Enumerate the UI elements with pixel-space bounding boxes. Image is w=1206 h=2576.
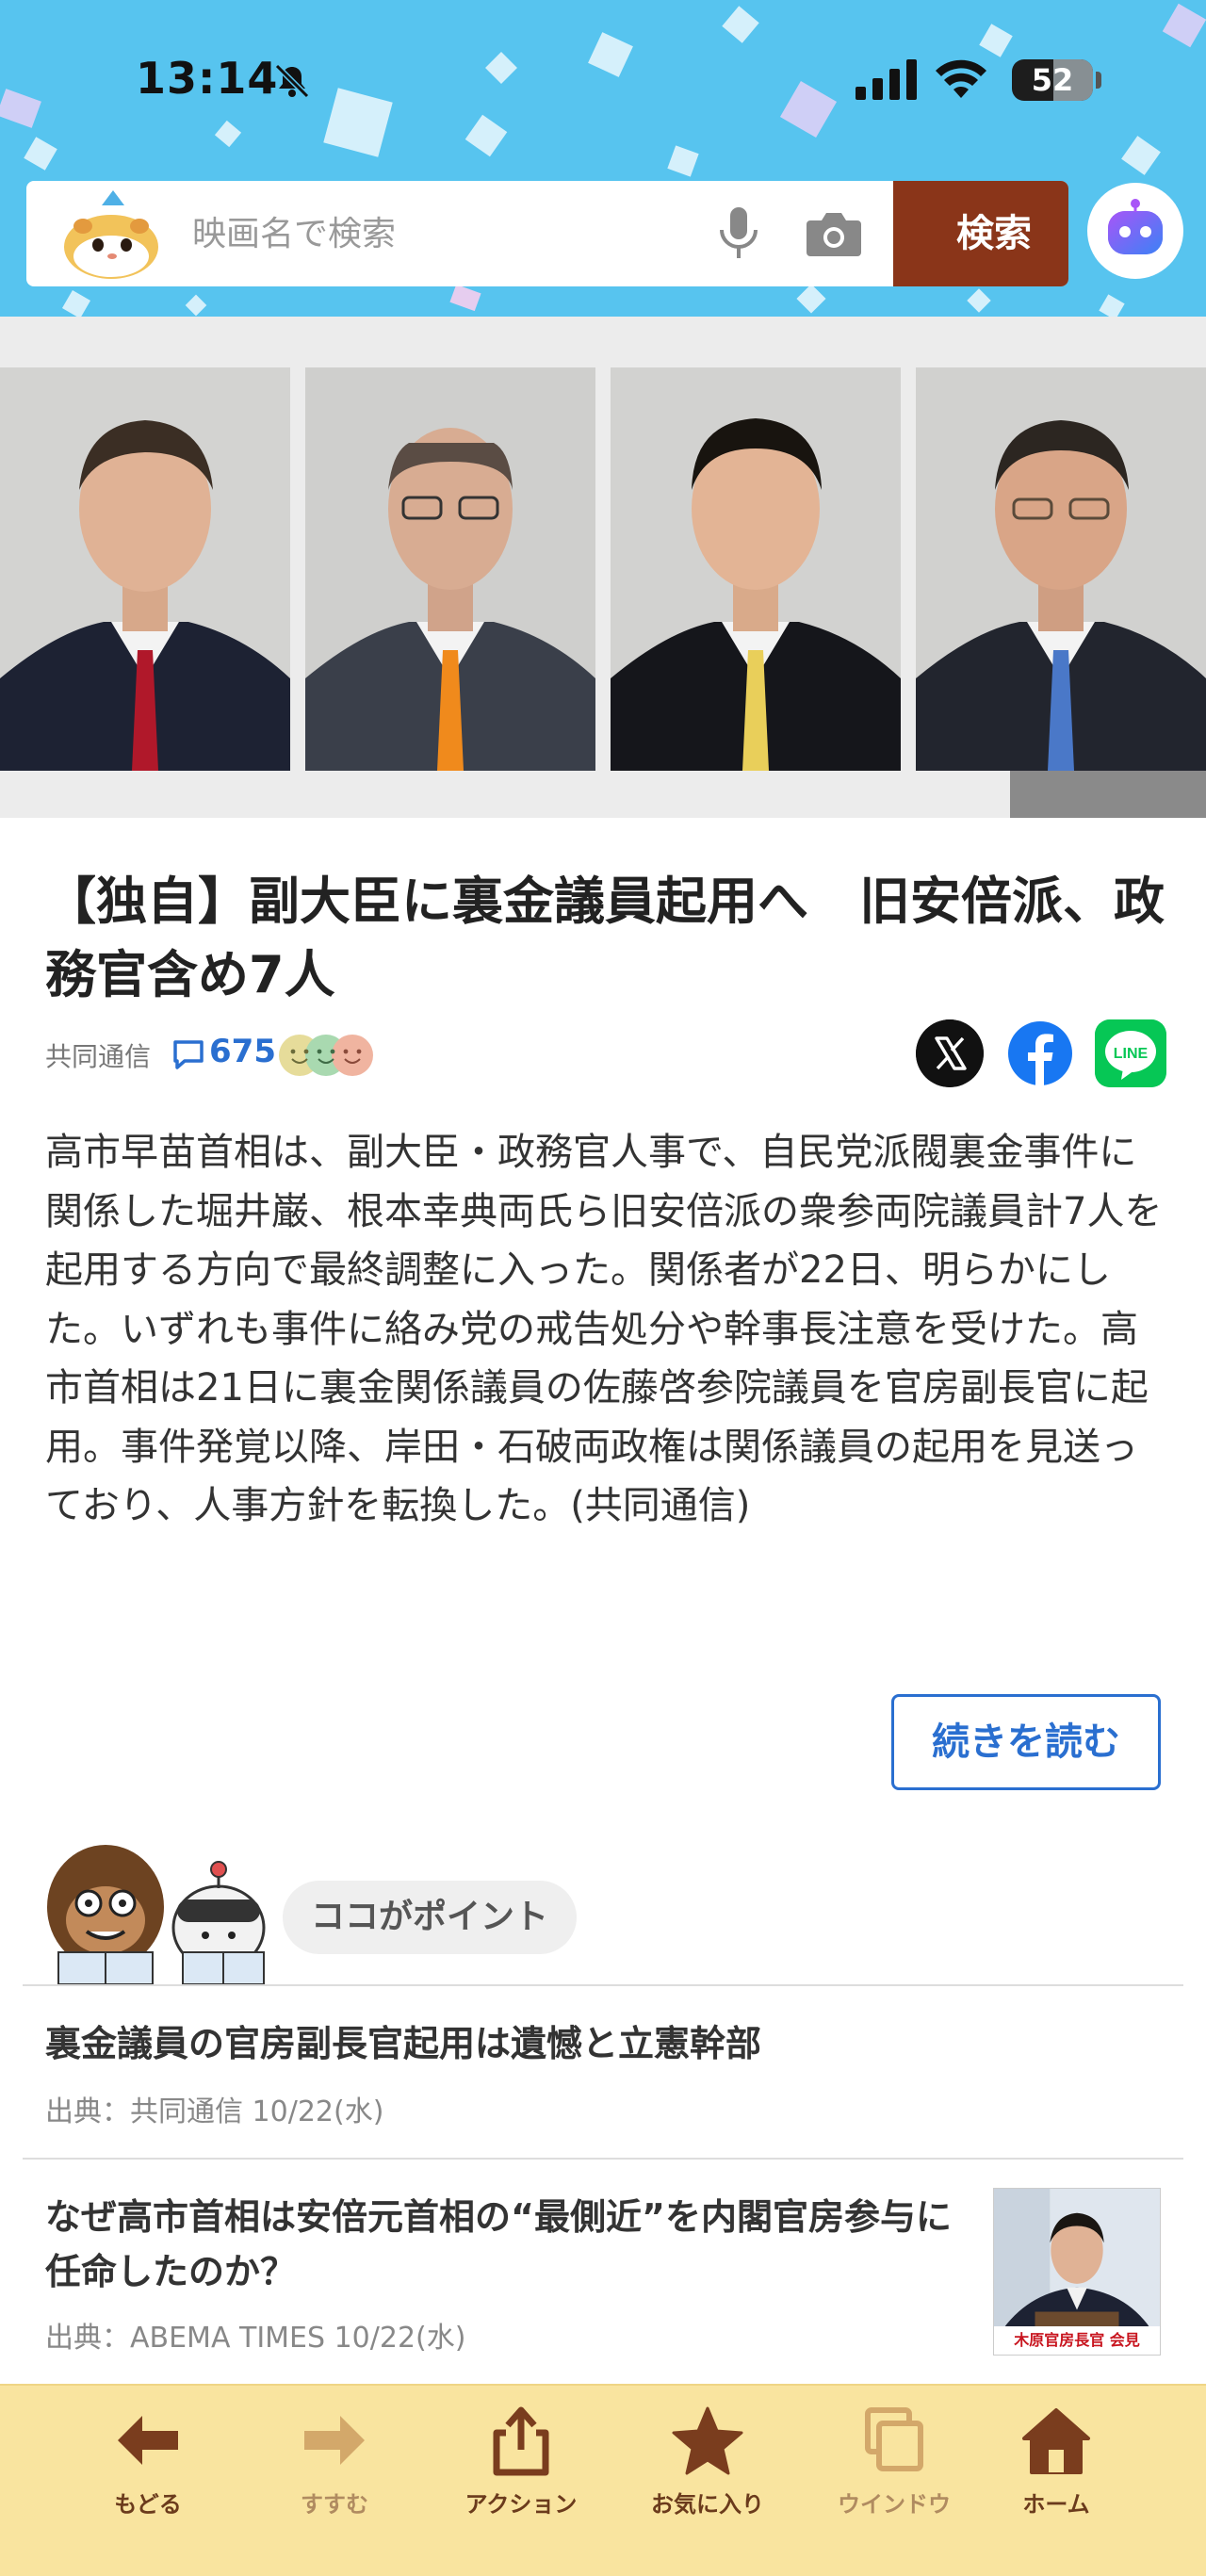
portrait-photo [305,367,595,771]
forward-label: すすむ [301,2491,368,2518]
window-label: ウインドウ [838,2491,951,2518]
related-item-title[interactable]: 裏金議員の官房副長官起用は遺憾と立憲幹部 [45,2016,761,2071]
confetti-decoration [779,80,838,139]
search-input[interactable] [192,181,682,286]
camera-icon[interactable] [805,207,863,260]
favorite-button[interactable]: お気に入り [623,2405,792,2536]
reaction-faces-icon[interactable] [277,1029,381,1082]
related-item-thumbnail[interactable]: 木原官房長官 会見 [993,2188,1161,2356]
related-item-title[interactable]: なぜ高市首相は安倍元首相の“最側近”を内閣官房参与に任命したのか？ [45,2190,969,2299]
back-arrow-icon [118,2416,178,2465]
confetti-decoration [449,284,481,312]
confetti-decoration [464,114,508,157]
portrait-photo [916,367,1206,771]
photo-caption-bar [1010,771,1206,818]
article-photo[interactable] [0,367,1206,818]
article-source: 共同通信 [45,1041,152,1072]
windows-icon [865,2407,923,2471]
divider [23,2158,1183,2160]
confetti-decoration [185,294,207,317]
star-icon [672,2406,743,2475]
guinea-pig-mascot-icon [64,190,158,279]
back-button[interactable]: もどる [63,2405,233,2536]
confetti-decoration [214,120,242,148]
battery-tip [1096,72,1101,89]
action-button[interactable]: アクション [436,2405,606,2536]
related-item-source: 出典：共同通信 10/22(水) [45,2095,384,2128]
search-bar: 検索 [26,181,1068,286]
cellular-signal-icon [856,59,917,100]
confetti-decoration [0,89,41,128]
favorite-label: お気に入り [651,2491,764,2518]
wifi-icon [936,59,986,98]
divider [23,1984,1183,1986]
mascot-characters-icon [47,1845,266,1984]
point-label: ココがポイント [283,1881,578,1954]
action-label: アクション [464,2491,578,2518]
portrait-photo [611,367,901,771]
related-item-source: 出典：ABEMA TIMES 10/22(水) [45,2322,466,2355]
bell-muted-icon [274,63,310,99]
forward-button[interactable]: すすむ [250,2405,419,2536]
article-title: 【独自】副大臣に裏金議員起用へ 旧安倍派、政務官含め7人 [45,872,1165,1004]
line-share-icon[interactable]: LINE [1095,1019,1166,1087]
confetti-decoration [485,52,517,84]
confetti-decoration [323,88,393,157]
portrait-photo [0,367,290,771]
thumbnail-caption: 木原官房長官 会見 [994,2326,1160,2355]
home-label: ホーム [1022,2491,1090,2518]
confetti-decoration [61,289,91,317]
confetti-decoration [24,137,57,171]
confetti-decoration [967,288,991,313]
ai-assistant-icon[interactable] [1087,183,1183,279]
facebook-share-icon[interactable] [1006,1019,1074,1087]
section-gap [0,317,1206,367]
status-time: 13:14 [136,53,279,104]
confetti-decoration [667,145,699,177]
confetti-decoration [1121,136,1161,175]
article-body: 高市早苗首相は、副大臣・政務官人事で、自民党派閥裏金事件に関係した堀井巌、根本幸… [45,1131,1163,1527]
confetti-decoration [979,24,1013,57]
comment-icon[interactable] [171,1038,205,1070]
app-header: 13:14 52 映画名で検索 検索 [0,0,1206,317]
confetti-decoration [1099,294,1125,317]
back-label: もどる [114,2491,182,2518]
microphone-icon[interactable] [712,205,765,262]
confetti-decoration [1162,3,1206,48]
home-button[interactable]: ホーム [971,2405,1141,2536]
window-button[interactable]: ウインドウ [809,2405,979,2536]
svg-text:LINE: LINE [1114,1046,1149,1062]
comment-count[interactable]: 675 [209,1033,276,1070]
home-icon [1022,2408,1090,2474]
battery-indicator: 52 [1012,59,1093,101]
forward-arrow-icon [304,2416,365,2465]
confetti-decoration [722,6,759,43]
confetti-decoration [588,32,633,77]
search-button[interactable]: 検索 [893,181,1068,286]
x-share-icon[interactable] [916,1019,984,1087]
read-more-button[interactable]: 続きを読む [891,1694,1161,1790]
confetti-decoration [796,284,826,314]
share-icon [493,2406,549,2476]
bottom-toolbar: もどる すすむ アクション お気に入り ウインドウ ホーム [0,2384,1206,2576]
battery-level: 52 [1031,62,1074,98]
article-meta: 共同通信 675 LINE [45,1019,1166,1087]
